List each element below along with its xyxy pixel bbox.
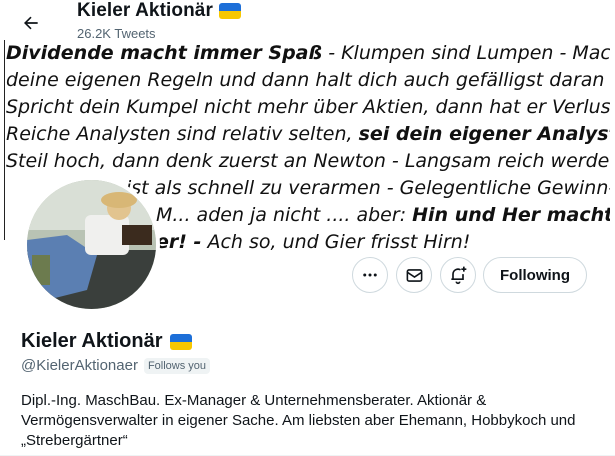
banner-line-4-bold: sei dein eigener Analyst [358, 123, 610, 145]
profile-handle: @KielerAktionaer [21, 357, 138, 374]
banner-line-7-start: M... aden ja nicht .... aber: [156, 204, 413, 226]
back-button[interactable] [14, 6, 48, 40]
banner-line-2: deine eigenen Regeln und dann halt dich … [6, 69, 610, 91]
profile-name-text: Kieler Aktionär [21, 330, 163, 352]
avatar[interactable] [23, 176, 160, 313]
more-button[interactable] [352, 257, 388, 293]
banner-line-1-rest: - Klumpen sind Lumpen - Mach [322, 42, 610, 64]
header-title: Kieler Aktionär [77, 0, 241, 22]
ukraine-flag-icon [169, 333, 192, 350]
banner-line-1-bold: Dividende macht immer Spaß [6, 42, 323, 64]
handle-row: @KielerAktionaer Follows you [21, 357, 211, 374]
banner-line-1: Dividende macht immer Spaß - Klumpen sin… [6, 40, 610, 67]
profile-bio: Dipl.-Ing. MaschBau. Ex-Manager & Untern… [21, 392, 576, 449]
avatar-photo [27, 180, 156, 309]
banner-line-5: Steil hoch, dann denk zuerst an Newton -… [6, 150, 610, 172]
envelope-icon [406, 268, 422, 282]
banner-line-7-bold: Hin und Her macht Taschen [412, 204, 610, 226]
banner-line-4: Reiche Analysten sind relativ selten, se… [6, 121, 610, 148]
bell-plus-icon [451, 266, 467, 285]
banner-line-8-bold: er! - [156, 231, 202, 253]
following-button[interactable]: Following [483, 257, 587, 293]
more-icon [363, 273, 377, 277]
follows-you-badge: Follows you [143, 357, 211, 374]
banner-line-3: Spricht dein Kumpel nicht mehr über Akti… [6, 96, 610, 118]
profile-name: Kieler Aktionär [21, 330, 192, 353]
header-title-text: Kieler Aktionär [77, 0, 213, 21]
notify-button[interactable] [440, 257, 476, 293]
ukraine-flag-icon [218, 3, 241, 19]
banner-line-4-start: Reiche Analysten sind relativ selten, [6, 123, 359, 145]
banner-edge [4, 40, 5, 240]
profile-header: Kieler Aktionär 26.2K Tweets [0, 0, 615, 42]
arrow-left-icon [24, 16, 38, 30]
tweet-count: 26.2K Tweets [77, 26, 156, 41]
banner-line-8-rest: Ach so, und Gier frisst Hirn! [201, 231, 471, 253]
message-button[interactable] [396, 257, 432, 293]
